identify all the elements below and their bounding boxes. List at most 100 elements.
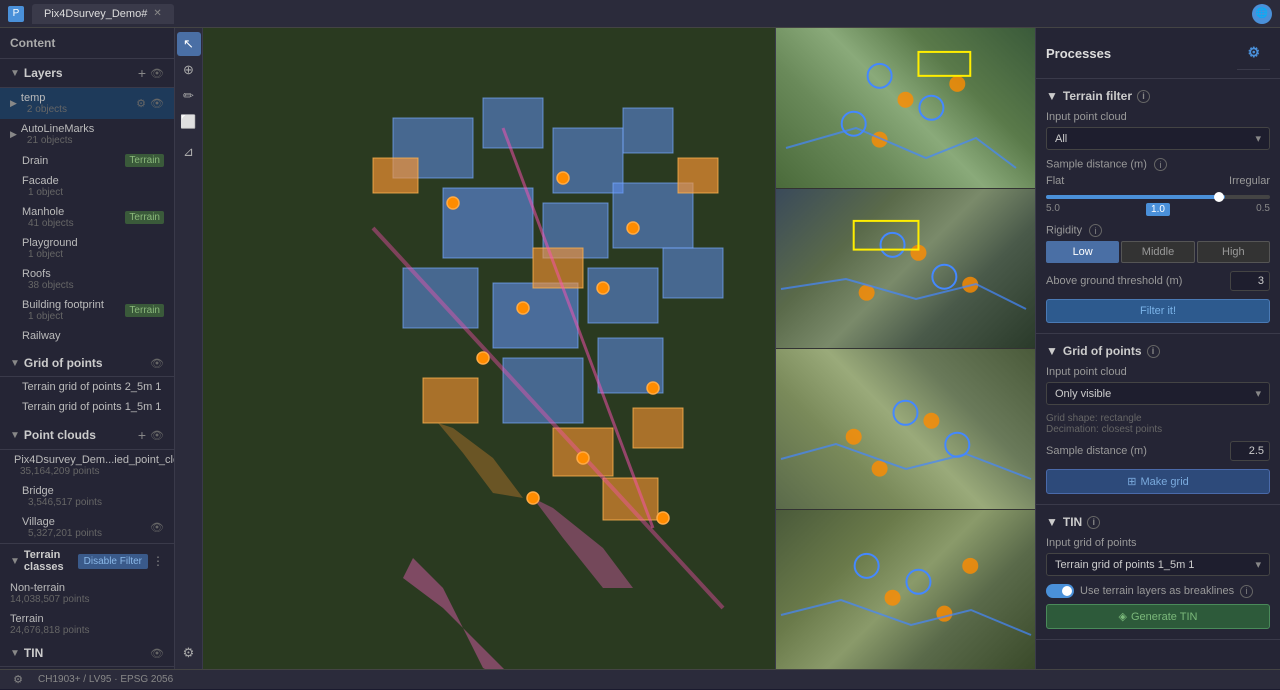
generate-tin-button[interactable]: ◈ Generate TIN bbox=[1046, 604, 1270, 629]
tin-toggle-info-icon[interactable]: i bbox=[1240, 585, 1253, 598]
layer-name: temp bbox=[21, 92, 132, 104]
topbar: P Pix4Dsurvey_Demo# ✕ 🌐 bbox=[0, 0, 1280, 28]
select-tool-button[interactable]: ↖ bbox=[177, 32, 201, 56]
image-panel-3 bbox=[776, 349, 1035, 510]
grid-of-points-section-panel: ▼ Grid of points i Input point cloud Onl… bbox=[1036, 334, 1280, 505]
grid-chevron[interactable]: ▼ bbox=[1046, 344, 1058, 358]
tab-title: Pix4Dsurvey_Demo# bbox=[44, 8, 147, 20]
filter-it-button[interactable]: Filter it! bbox=[1046, 299, 1270, 323]
add-layer-button[interactable]: + bbox=[138, 65, 146, 81]
village-eye-icon[interactable]: 👁 bbox=[150, 521, 164, 534]
grid-item-1[interactable]: Terrain grid of points 2_5m 1 bbox=[0, 377, 174, 397]
layer-item-railway[interactable]: Railway bbox=[0, 326, 174, 346]
layer-item-temp[interactable]: ▶ temp 2 objects ⚙ 👁 bbox=[0, 88, 174, 119]
map-area[interactable]: 101 images ⊞ ⊟ bbox=[203, 28, 775, 669]
tin-select-arrow-icon: ▾ bbox=[1255, 558, 1261, 571]
rigidity-info-icon[interactable]: i bbox=[1089, 224, 1102, 237]
grid-info-icon[interactable]: i bbox=[1147, 345, 1160, 358]
sample-distance-slider[interactable] bbox=[1046, 191, 1270, 203]
tin-input-grid-label: Input grid of points bbox=[1046, 537, 1270, 549]
tin-expand-icon[interactable]: ▼ bbox=[10, 648, 20, 659]
grid-sample-distance-input[interactable] bbox=[1230, 441, 1270, 461]
layer-item-facade[interactable]: Facade 1 object bbox=[0, 171, 174, 202]
processes-header: Processes ⚙ bbox=[1036, 28, 1280, 79]
tin-section: ▼ TIN 👁 bbox=[0, 640, 174, 667]
tab[interactable]: Pix4Dsurvey_Demo# ✕ bbox=[32, 4, 174, 24]
terrain-classes-header: ▼ Terrain classes Disable Filter ⋮ bbox=[0, 544, 174, 578]
pc-item-bridge[interactable]: Bridge 3,546,517 points bbox=[0, 481, 174, 512]
grid-eye-icon[interactable]: 👁 bbox=[150, 357, 164, 370]
measure-tool-button[interactable]: ⊿ bbox=[177, 140, 201, 164]
panel4-overlay bbox=[776, 510, 1035, 670]
tin-info-icon[interactable]: i bbox=[1087, 516, 1100, 529]
draw-tool-button[interactable]: ✏ bbox=[177, 84, 201, 108]
terrain-filter-cloud-select[interactable]: All ▾ bbox=[1046, 127, 1270, 150]
tin-eye-icon[interactable]: 👁 bbox=[150, 647, 164, 660]
processes-gear-icon[interactable]: ⚙ bbox=[1237, 36, 1270, 70]
toolbar-left: ↖ ⊕ ✏ ⬜ ⊿ ⚙ bbox=[175, 28, 203, 669]
rigidity-middle-button[interactable]: Middle bbox=[1121, 241, 1194, 263]
grid-cloud-select[interactable]: Only visible ▾ bbox=[1046, 382, 1270, 405]
point-clouds-section: ▼ Point clouds + 👁 bbox=[0, 421, 174, 450]
coordinate-display: CH1903+ / LV95 · EPSG 2056 bbox=[38, 674, 173, 685]
rigidity-high-button[interactable]: High bbox=[1197, 241, 1270, 263]
grid-of-points-section: ▼ Grid of points 👁 bbox=[0, 350, 174, 377]
content-header: Content bbox=[0, 28, 174, 59]
layer-gear-icon[interactable]: ⚙ bbox=[136, 97, 146, 110]
pc-item-main[interactable]: Pix4Dsurvey_Dem...ied_point_cloud 35,164… bbox=[0, 450, 174, 481]
pc-item-village[interactable]: Village 5,327,201 points 👁 bbox=[0, 512, 174, 543]
layer-item-playground[interactable]: Playground 1 object bbox=[0, 233, 174, 264]
panel2-overlay bbox=[776, 189, 1035, 349]
add-pointcloud-button[interactable]: + bbox=[138, 427, 146, 443]
layer-eye-icon[interactable]: 👁 bbox=[150, 97, 164, 110]
app-icon: P bbox=[8, 6, 24, 22]
map-canvas[interactable] bbox=[203, 28, 775, 669]
pc-eye-icon[interactable]: 👁 bbox=[150, 429, 164, 442]
tc-more-icon[interactable]: ⋮ bbox=[152, 554, 164, 568]
rigidity-low-button[interactable]: Low bbox=[1046, 241, 1119, 263]
processes-panel: Processes ⚙ ▼ Terrain filter i Input poi… bbox=[1035, 28, 1280, 669]
map-svg bbox=[203, 28, 775, 669]
tc-non-terrain: Non-terrain 14,038,507 points bbox=[0, 578, 174, 609]
settings-tool-button[interactable]: ⚙ bbox=[177, 641, 201, 665]
tin-toggle[interactable] bbox=[1046, 584, 1074, 598]
layer-item-autolinemarks[interactable]: ▶ AutoLineMarks 21 objects bbox=[0, 119, 174, 150]
layer-item-roofs[interactable]: Roofs 38 objects bbox=[0, 264, 174, 295]
tin-chevron[interactable]: ▼ bbox=[1046, 515, 1058, 529]
terrain-filter-chevron[interactable]: ▼ bbox=[1046, 89, 1058, 103]
layer-item-manhole[interactable]: Manhole 41 objects Terrain bbox=[0, 202, 174, 233]
generate-icon: ◈ bbox=[1119, 610, 1127, 623]
grid-expand-icon[interactable]: ▼ bbox=[10, 358, 20, 369]
bottombar: ⚙ CH1903+ / LV95 · EPSG 2056 bbox=[0, 669, 1280, 689]
navigate-tool-button[interactable]: ⊕ bbox=[177, 58, 201, 82]
tin-grid-select[interactable]: Terrain grid of points 1_5m 1 ▾ bbox=[1046, 553, 1270, 576]
tin-toggle-row: Use terrain layers as breaklines i bbox=[1046, 584, 1270, 598]
layers-visibility-icon[interactable]: 👁 bbox=[150, 67, 164, 80]
disable-filter-button[interactable]: Disable Filter bbox=[78, 554, 148, 569]
terrain-badge: Terrain bbox=[125, 211, 164, 224]
layers-section-header: ▼ Layers + 👁 bbox=[0, 59, 174, 88]
close-icon[interactable]: ✕ bbox=[153, 8, 161, 19]
terrain-filter-title: ▼ Terrain filter i bbox=[1046, 89, 1270, 103]
toggle-knob bbox=[1062, 586, 1072, 596]
bottom-settings-button[interactable]: ⚙ bbox=[8, 670, 28, 690]
grid-select-arrow-icon: ▾ bbox=[1255, 387, 1261, 400]
sample-distance-info-icon[interactable]: i bbox=[1154, 158, 1167, 171]
image-panel-1 bbox=[776, 28, 1035, 189]
right-image-panels bbox=[775, 28, 1035, 669]
terrain-filter-section: ▼ Terrain filter i Input point cloud All… bbox=[1036, 79, 1280, 334]
tc-expand-icon[interactable]: ▼ bbox=[10, 556, 20, 567]
rectangle-tool-button[interactable]: ⬜ bbox=[177, 110, 201, 134]
slider-values: 5.0 1.0 0.5 bbox=[1046, 203, 1270, 216]
layers-expand-icon[interactable]: ▼ bbox=[10, 68, 20, 79]
make-grid-button[interactable]: ⊞ Make grid bbox=[1046, 469, 1270, 494]
layer-item-drain[interactable]: Drain Terrain bbox=[0, 150, 174, 171]
above-ground-input[interactable] bbox=[1230, 271, 1270, 291]
terrain-filter-info-icon[interactable]: i bbox=[1137, 90, 1150, 103]
layer-item-building-footprint[interactable]: Building footprint 1 object Terrain bbox=[0, 295, 174, 326]
terrain-classes-section: ▼ Terrain classes Disable Filter ⋮ Non-t… bbox=[0, 543, 174, 640]
terrain-badge: Terrain bbox=[125, 304, 164, 317]
rigidity-label: Rigidity i bbox=[1046, 224, 1270, 237]
pc-expand-icon[interactable]: ▼ bbox=[10, 430, 20, 441]
grid-item-2[interactable]: Terrain grid of points 1_5m 1 bbox=[0, 397, 174, 417]
